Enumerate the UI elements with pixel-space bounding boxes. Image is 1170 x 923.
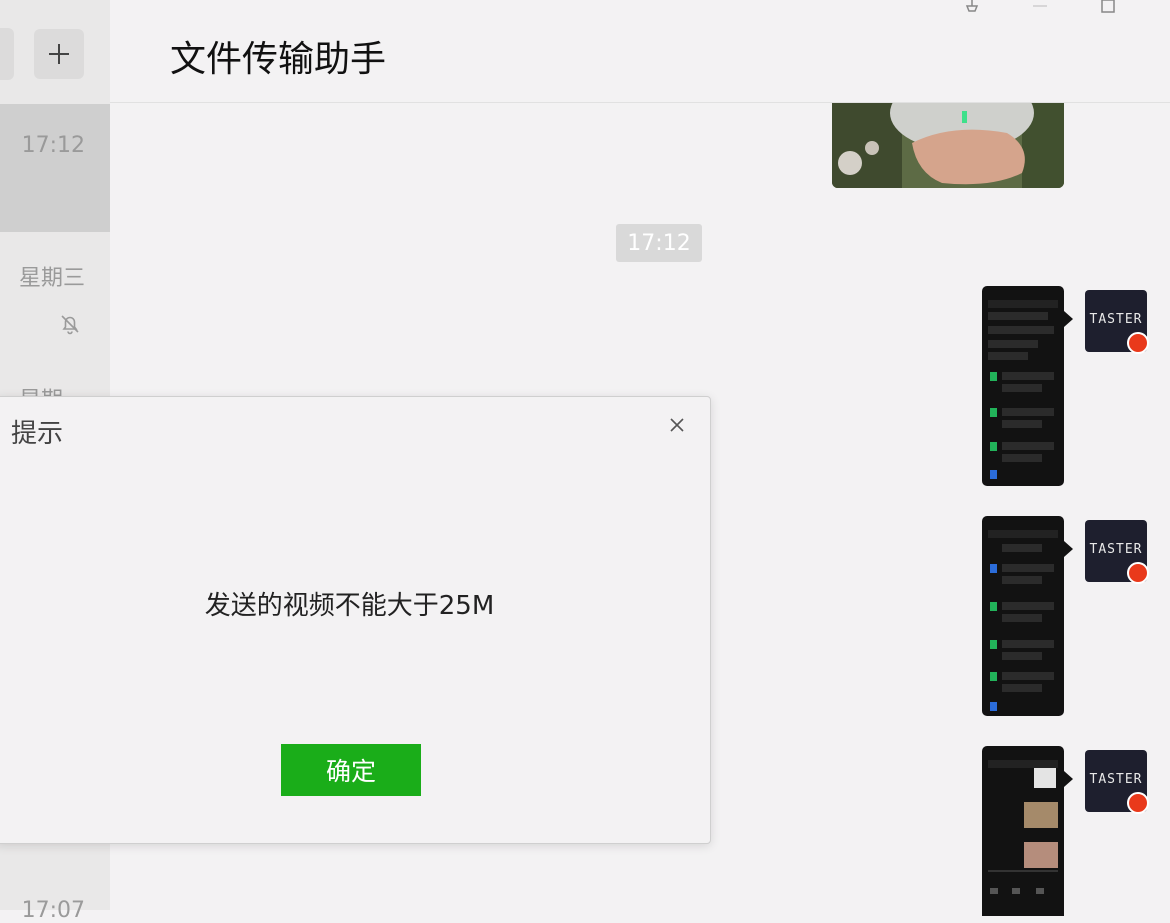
mute-bell-icon — [58, 312, 82, 340]
avatar-badge — [1127, 562, 1149, 584]
chat-header: 文件传输助手 — [110, 0, 1170, 103]
screenshot-message[interactable] — [982, 286, 1064, 486]
dialog-message: 发送的视频不能大于25M — [204, 591, 495, 621]
conversation-time: 17:12 — [21, 133, 85, 158]
file-icon — [990, 470, 997, 479]
avatar-logo: TASTER — [1089, 542, 1143, 557]
pin-icon[interactable] — [962, 0, 982, 16]
file-icon — [990, 442, 997, 451]
maximize-icon[interactable] — [1100, 0, 1116, 14]
photo-thumbnail — [832, 103, 1064, 188]
chat-title: 文件传输助手 — [170, 39, 387, 80]
file-icon — [990, 564, 997, 573]
screenshot-message[interactable] — [982, 746, 1064, 916]
dialog-title: 提示 — [11, 419, 64, 449]
bubble-tail — [1064, 311, 1073, 327]
message-timestamp: 17:12 — [616, 224, 702, 262]
minimize-icon[interactable] — [1032, 0, 1048, 10]
file-icon — [990, 372, 997, 381]
conversation-time: 17:07 — [21, 898, 85, 923]
screenshot-message[interactable] — [982, 516, 1064, 716]
bubble-tail — [1064, 541, 1073, 557]
conversation-item-selected[interactable] — [0, 104, 110, 232]
confirm-button[interactable]: 确定 — [281, 744, 421, 796]
file-icon — [990, 702, 997, 711]
plus-icon — [49, 44, 69, 64]
file-icon — [990, 672, 997, 681]
file-icon — [990, 602, 997, 611]
avatar[interactable]: TASTER — [1085, 290, 1149, 354]
avatar-badge — [1127, 792, 1149, 814]
add-chat-button[interactable] — [34, 29, 84, 79]
avatar[interactable]: TASTER — [1085, 520, 1149, 584]
alert-dialog: 提示 发送的视频不能大于25M 确定 — [0, 396, 711, 844]
avatar[interactable]: TASTER — [1085, 750, 1149, 814]
file-icon — [990, 408, 997, 417]
image-message[interactable] — [832, 103, 1064, 188]
avatar-badge — [1127, 332, 1149, 354]
conversation-time: 星期三 — [18, 266, 85, 291]
bubble-tail — [1064, 771, 1073, 787]
avatar-logo: TASTER — [1089, 772, 1143, 787]
close-icon[interactable] — [663, 411, 691, 439]
avatar-logo: TASTER — [1089, 312, 1143, 327]
search-box[interactable] — [0, 28, 14, 80]
file-icon — [990, 640, 997, 649]
